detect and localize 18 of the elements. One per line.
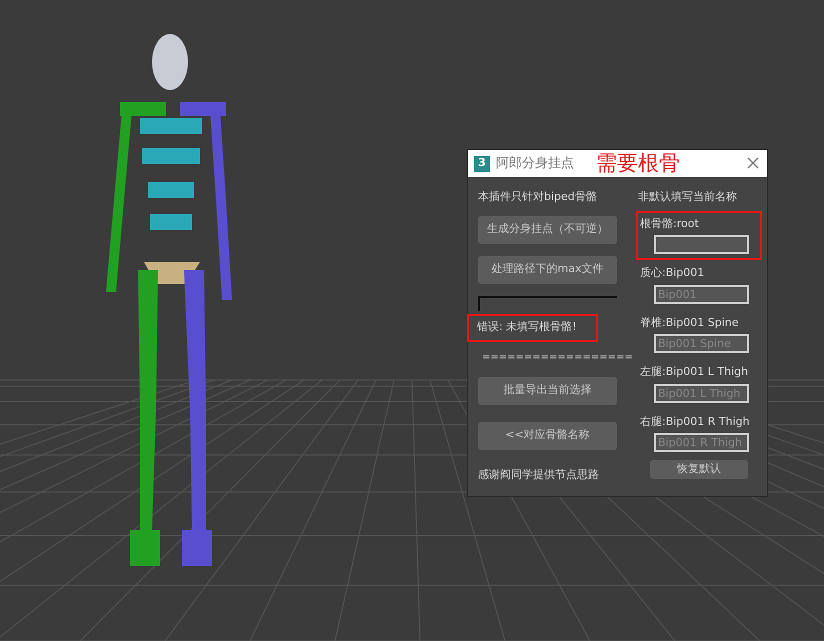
action-button[interactable]: 批量导出当前选择 (478, 376, 617, 404)
field-label: 脊椎:Bip001 Spine (640, 314, 740, 330)
reset-button[interactable]: 恢复默认 (650, 460, 748, 479)
action-button[interactable]: 生成分身挂点（不可逆） (478, 216, 617, 244)
field-label: 质心:Bip001 (640, 265, 706, 281)
annotation-text: 需要根骨 (596, 153, 680, 174)
window-title: 阿郎分身挂点 (496, 154, 574, 173)
action-button[interactable]: <<对应骨骼名称 (478, 422, 617, 450)
section-heading: 非默认填写当前名称 (638, 189, 738, 205)
note-text: 本插件只针对biped骨骼 (478, 189, 598, 205)
field-label: 左腿:Bip001 L Thigh (640, 364, 750, 380)
field-label: 右腿:Bip001 R Thigh (640, 414, 751, 430)
action-button[interactable]: 处理路径下的max文件 (478, 256, 617, 284)
error-message: 错误: 未填写根骨骼! (467, 314, 598, 342)
name-field[interactable] (654, 235, 749, 254)
credit-text: 感谢阎同学提供节点思路 (478, 466, 600, 482)
field-label: 根骨骼:root (640, 216, 700, 232)
app-icon: 3 (474, 156, 490, 172)
